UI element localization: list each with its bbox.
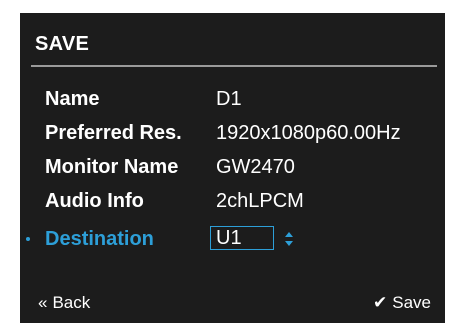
field-value: D1 (216, 88, 242, 110)
field-row-audio-info: Audio Info 2chLPCM (20, 186, 445, 216)
field-value: 2chLPCM (216, 190, 304, 212)
field-label: Audio Info (45, 190, 144, 212)
save-button[interactable]: ✔ Save (373, 293, 431, 313)
field-label: Name (45, 88, 100, 110)
double-chevron-left-icon: « (38, 293, 48, 312)
save-label: Save (392, 293, 431, 312)
field-row-monitor-name: Monitor Name GW2470 (20, 152, 445, 182)
field-label: Preferred Res. (45, 122, 182, 144)
title-divider (31, 65, 437, 67)
field-label: Monitor Name (45, 156, 179, 178)
destination-select[interactable]: U1 (210, 226, 274, 250)
destination-label: Destination (45, 228, 154, 250)
dialog-title: SAVE (35, 33, 90, 55)
back-label: Back (52, 293, 91, 312)
save-dialog: SAVE Name D1 Preferred Res. 1920x1080p60… (20, 13, 445, 323)
selection-bullet-icon (26, 237, 30, 241)
check-icon: ✔ (373, 293, 388, 312)
field-row-preferred-res: Preferred Res. 1920x1080p60.00Hz (20, 118, 445, 148)
field-value: GW2470 (216, 156, 295, 178)
field-row-destination[interactable]: Destination U1 (20, 224, 445, 254)
up-down-arrows-icon[interactable] (284, 230, 294, 248)
field-row-name: Name D1 (20, 84, 445, 114)
back-button[interactable]: «Back (38, 293, 90, 313)
field-value: 1920x1080p60.00Hz (216, 122, 401, 144)
